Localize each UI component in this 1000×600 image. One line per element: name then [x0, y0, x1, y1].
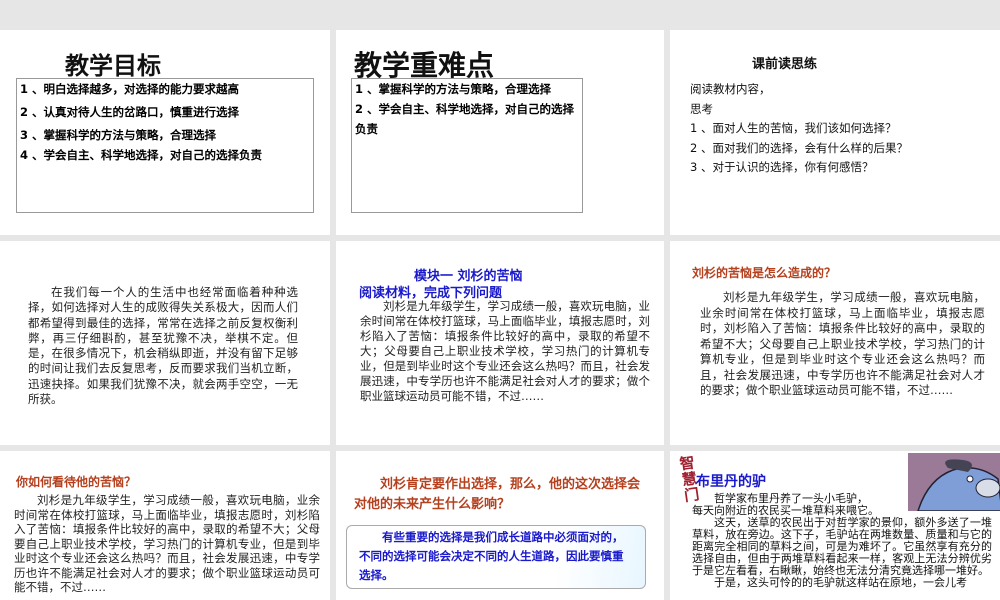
story-paragraph: 刘杉是九年级学生，学习成绩一般，喜欢玩电脑，业余时间常在体校打篮球，马上面临毕业… [360, 299, 650, 403]
objectives-box: 1 、明白选择越多，对选择的能力要求越高 2 、认真对待人生的岔路口，慎重进行选… [16, 78, 314, 213]
slide-4[interactable]: 在我们每一个人的生活中也经常面临着种种选择，如何选择对人生的成败得失关系极大，因… [0, 241, 330, 445]
text-line: 3 、对于认识的选择，你有何感悟？ [690, 160, 874, 174]
text-line: 1 、面对人生的苦恼，我们该如何选择？ [690, 121, 897, 135]
list-item: 1 、掌握科学的方法与策略，合理选择 [355, 82, 552, 96]
slide-title: 刘杉的苦恼是怎么造成的？ [692, 266, 837, 280]
slide-title: 刘杉肯定要作出选择，那么，他的这次选择会对他的未来产生什么影响？ [354, 477, 641, 512]
list-item: 2 、学会自主、科学地选择，对自己的选择负责 [355, 102, 575, 136]
fable-text: 哲学家布里丹养了一头小毛驴， 每天向附近的农民买一堆草料来喂它。 这天，送草的农… [692, 493, 992, 589]
slide-1[interactable]: 教学目标 1 、明白选择越多，对选择的能力要求越高 2 、认真对待人生的岔路口，… [0, 30, 330, 235]
list-item: 1 、明白选择越多，对选择的能力要求越高 [20, 82, 240, 96]
slide-7[interactable]: 你如何看待他的苦恼？ 刘杉是九年级学生，学习成绩一般，喜欢玩电脑，业余时间常在体… [0, 451, 330, 600]
slide-2[interactable]: 教学重难点 1 、掌握科学的方法与策略，合理选择 2 、学会自主、科学地选择，对… [336, 30, 664, 235]
slide-8[interactable]: 刘杉肯定要作出选择，那么，他的这次选择会对他的未来产生什么影响？ 有些重要的选择… [336, 451, 664, 600]
slide-title: 教学目标 [65, 52, 161, 80]
slide-6[interactable]: 刘杉的苦恼是怎么造成的？ 刘杉是九年级学生，学习成绩一般，喜欢玩电脑，业余时间常… [670, 241, 1000, 445]
questions: 阅读教材内容， 思考 1 、面对人生的苦恼，我们该如何选择？ 2 、面对我们的选… [690, 80, 908, 178]
slide-3[interactable]: 课前读思练 阅读教材内容， 思考 1 、面对人生的苦恼，我们该如何选择？ 2 、… [670, 30, 1000, 235]
slide-title: 你如何看待他的苦恼？ [16, 475, 137, 489]
intro-paragraph: 在我们每一个人的生活中也经常面临着种种选择，如何选择对人生的成败得失关系极大，因… [28, 285, 298, 407]
list-item: 4 、学会自主、科学地选择，对自己的选择负责 [20, 148, 263, 162]
scroll-banner: 有些重要的选择是我们成长道路中必须面对的，不同的选择可能会决定不同的人生道路，因… [346, 525, 646, 589]
story-paragraph: 刘杉是九年级学生，学习成绩一般，喜欢玩电脑，业余时间常在体校打篮球，马上面临毕业… [700, 290, 985, 397]
key-points-box: 1 、掌握科学的方法与策略，合理选择 2 、学会自主、科学地选择，对自己的选择负… [351, 78, 583, 213]
text-line: 于是，这头可怜的的毛驴就这样站在原地，一会儿考 [714, 576, 967, 589]
story-paragraph: 刘杉是九年级学生，学习成绩一般，喜欢玩电脑，业余时间常在体校打篮球，马上面临毕业… [14, 493, 320, 594]
scroll-text: 有些重要的选择是我们成长道路中必须面对的，不同的选择可能会决定不同的人生道路，因… [359, 530, 624, 582]
slide-9[interactable]: 智慧门 布里丹的驴 哲学家布里丹养了一头小毛驴， 每天向附近的农民买一堆草料来喂… [670, 451, 1000, 600]
slide-title: 布里丹的驴 [696, 474, 766, 490]
text-line: 思考 [690, 101, 713, 116]
slide-5[interactable]: 模块一 刘杉的苦恼 阅读材料，完成下列问题 刘杉是九年级学生，学习成绩一般，喜欢… [336, 241, 664, 445]
list-item: 3 、掌握科学的方法与策略，合理选择 [20, 128, 217, 142]
list-item: 2 、认真对待人生的岔路口，慎重进行选择 [20, 105, 240, 119]
text-line: 2 、面对我们的选择，会有什么样的后果？ [690, 140, 908, 155]
slide-title: 课前读思练 [752, 57, 818, 72]
text-line: 这天，送草的农民出于对哲学家的景仰，额外多送了一堆草料，放在旁边。这下子，毛驴站… [692, 516, 992, 577]
text-line: 阅读教材内容， [690, 82, 771, 96]
